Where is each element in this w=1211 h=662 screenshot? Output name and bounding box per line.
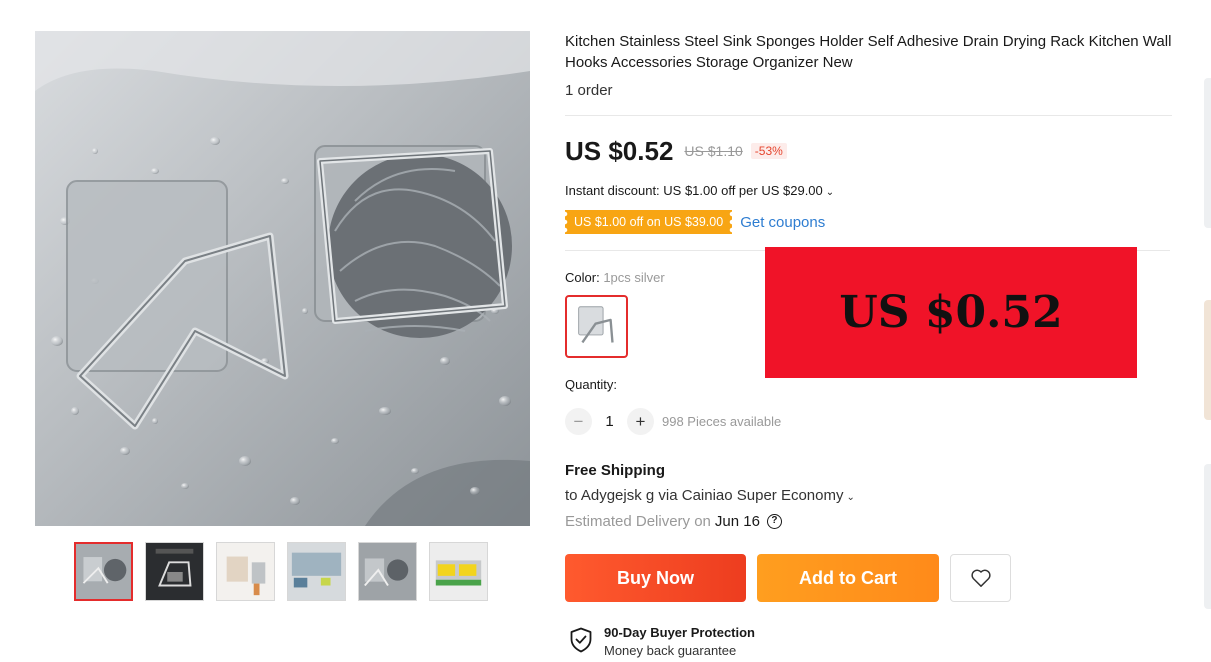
thumbnail-6[interactable] xyxy=(429,542,488,601)
shield-check-icon xyxy=(570,627,592,653)
product-swatch-icon xyxy=(578,306,614,344)
thumbnail-2[interactable] xyxy=(145,542,204,601)
color-selected-value: 1pcs silver xyxy=(603,270,665,285)
coupon-tag[interactable]: US $1.00 off on US $39.00 xyxy=(565,210,732,234)
product-title: Kitchen Stainless Steel Sink Sponges Hol… xyxy=(565,33,1172,71)
thumbnail-1[interactable] xyxy=(74,542,133,601)
instant-discount[interactable]: Instant discount: US $1.00 off per US $2… xyxy=(565,183,834,198)
quantity-value[interactable]: 1 xyxy=(592,413,627,430)
order-count: 1 order xyxy=(565,82,613,99)
price-promo-overlay: US $0.52 xyxy=(765,247,1137,378)
get-coupons-link[interactable]: Get coupons xyxy=(740,214,825,231)
question-circle-icon[interactable]: ? xyxy=(766,514,782,529)
thumbnail-3[interactable] xyxy=(216,542,275,601)
current-price: US $0.52 xyxy=(565,135,674,166)
estimated-delivery-label: Estimated Delivery on xyxy=(565,513,711,530)
thumbnail-5[interactable] xyxy=(358,542,417,601)
price-row: US $0.52 US $1.10 -53% xyxy=(565,134,787,168)
buy-now-button[interactable]: Buy Now xyxy=(565,554,746,602)
recommendation-card-edge[interactable] xyxy=(1204,464,1211,609)
instant-discount-text: Instant discount: US $1.00 off per US $2… xyxy=(565,183,823,198)
discount-badge: -53% xyxy=(750,143,787,159)
buyer-protection-title: 90-Day Buyer Protection xyxy=(604,625,755,640)
coupon-row: US $1.00 off on US $39.00 Get coupons xyxy=(565,210,825,234)
quantity-stepper: − 1 + 998 Pieces available xyxy=(565,408,781,435)
quantity-available: 998 Pieces available xyxy=(662,414,782,429)
divider xyxy=(565,115,1172,116)
color-label-text: Color: xyxy=(565,270,600,285)
promo-price-text: US $0.52 xyxy=(839,287,1063,338)
chevron-down-icon: ⌄ xyxy=(825,187,835,198)
buyer-protection-subtitle: Money back guarantee xyxy=(604,643,737,658)
chevron-down-icon: ⌄ xyxy=(846,492,855,503)
quantity-decrease-button[interactable]: − xyxy=(565,408,592,435)
heart-icon xyxy=(970,569,991,587)
recommendation-card-edge[interactable] xyxy=(1204,300,1211,420)
estimated-delivery-date: Jun 16 xyxy=(714,513,760,530)
original-price: US $1.10 xyxy=(684,143,743,159)
quantity-increase-button[interactable]: + xyxy=(627,408,654,435)
main-product-image[interactable] xyxy=(35,31,530,526)
thumbnail-4[interactable] xyxy=(287,542,346,601)
shipping-title: Free Shipping xyxy=(565,462,666,479)
wishlist-button[interactable] xyxy=(950,554,1011,602)
shipping-destination-text: to Adygejsk g via Cainiao Super Economy xyxy=(565,487,844,504)
recommendation-card-edge[interactable] xyxy=(1204,78,1211,228)
color-option-silver[interactable] xyxy=(565,295,628,358)
product-photo xyxy=(35,31,530,526)
quantity-label: Quantity: xyxy=(565,377,618,392)
shipping-destination[interactable]: to Adygejsk g via Cainiao Super Economy ⌄ xyxy=(565,487,855,504)
color-label: Color: 1pcs silver xyxy=(565,270,665,285)
add-to-cart-button[interactable]: Add to Cart xyxy=(757,554,939,602)
estimated-delivery: Estimated Delivery on Jun 16 ? xyxy=(565,513,782,530)
